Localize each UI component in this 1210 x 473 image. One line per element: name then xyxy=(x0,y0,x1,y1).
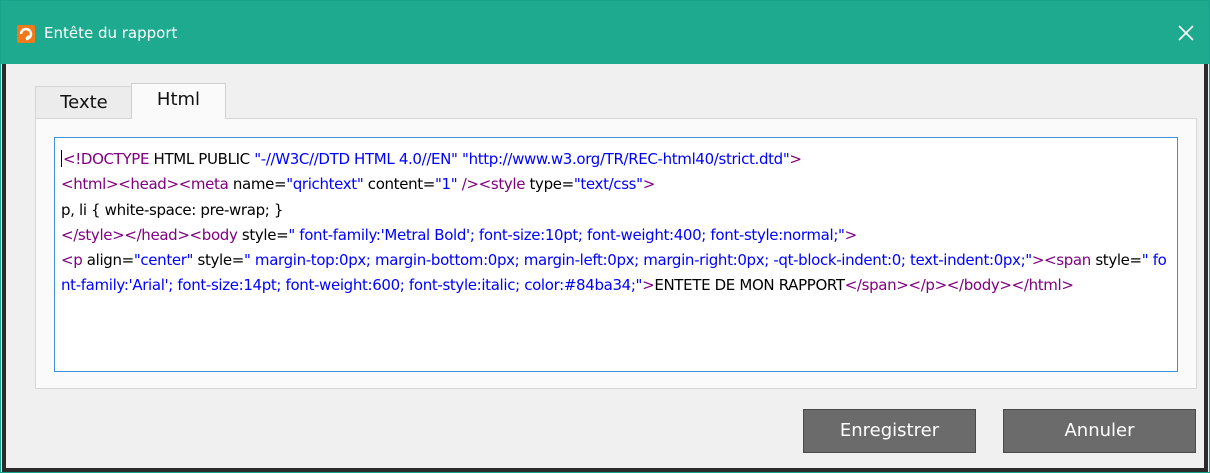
code-attr-value: "center" xyxy=(133,251,194,270)
code-tag: > xyxy=(642,175,656,194)
code-attr-value: " font-family:'Metral Bold'; font-size:1… xyxy=(288,225,845,244)
code-tag: > xyxy=(642,276,655,295)
code-tag: > xyxy=(844,225,858,244)
code-text: content= xyxy=(363,175,436,194)
code-attr-value: "http://www.w3.org/TR/REC-html40/strict.… xyxy=(462,150,790,168)
code-text: align= xyxy=(82,251,134,270)
code-text: ENTETE DE MON RAPPORT xyxy=(654,276,845,295)
code-tag: <html><head><meta xyxy=(61,175,229,194)
html-source-editor[interactable]: <!DOCTYPE HTML PUBLIC "-//W3C//DTD HTML … xyxy=(54,137,1178,372)
code-tag: ><span xyxy=(1031,251,1091,270)
code-attr-value: "-//W3C//DTD HTML 4.0//EN" xyxy=(254,150,458,168)
code-text: HTML PUBLIC xyxy=(149,150,255,168)
code-text: style= xyxy=(237,225,289,244)
code-text: style= xyxy=(193,251,245,270)
code-attr-value: "text/css" xyxy=(573,175,643,194)
save-button[interactable]: Enregistrer xyxy=(803,409,976,453)
title-bar[interactable]: Entête du rapport xyxy=(1,1,1209,64)
code-tag: > xyxy=(789,150,802,168)
code-attr-value: " margin-top:0px; margin-bottom:0px; mar… xyxy=(243,251,1032,270)
code-text: p, li { white-space: pre-wrap; } xyxy=(61,200,284,219)
cancel-button[interactable]: Annuler xyxy=(1003,409,1196,453)
window-title: Entête du rapport xyxy=(44,24,178,42)
text-caret xyxy=(61,150,62,167)
code-tag: <p xyxy=(61,251,83,270)
tab-texte[interactable]: Texte xyxy=(35,86,133,119)
code-text: name= xyxy=(228,175,287,194)
close-icon[interactable] xyxy=(1171,18,1201,48)
code-tag: </style></head><body xyxy=(61,225,238,244)
dialog-body: Texte Html <!DOCTYPE HTML PUBLIC "-//W3C… xyxy=(2,64,1208,472)
code-tag: </span></p></body></html> xyxy=(844,276,1074,295)
code-tag: /><style xyxy=(461,175,526,194)
code-attr-value: "qrichtext" xyxy=(286,175,364,194)
code-attr-value: "1" xyxy=(435,175,458,194)
report-header-dialog: Entête du rapport Texte Html <!DOCTYPE H… xyxy=(0,0,1210,473)
report-app-icon xyxy=(17,25,35,43)
tab-panel-html: <!DOCTYPE HTML PUBLIC "-//W3C//DTD HTML … xyxy=(35,118,1197,389)
code-text: style= xyxy=(1090,251,1142,270)
code-tag: <!DOCTYPE xyxy=(63,150,150,168)
code-text: type= xyxy=(525,175,575,194)
tab-html[interactable]: Html xyxy=(131,83,226,119)
html-source-text[interactable]: <!DOCTYPE HTML PUBLIC "-//W3C//DTD HTML … xyxy=(55,138,1177,299)
